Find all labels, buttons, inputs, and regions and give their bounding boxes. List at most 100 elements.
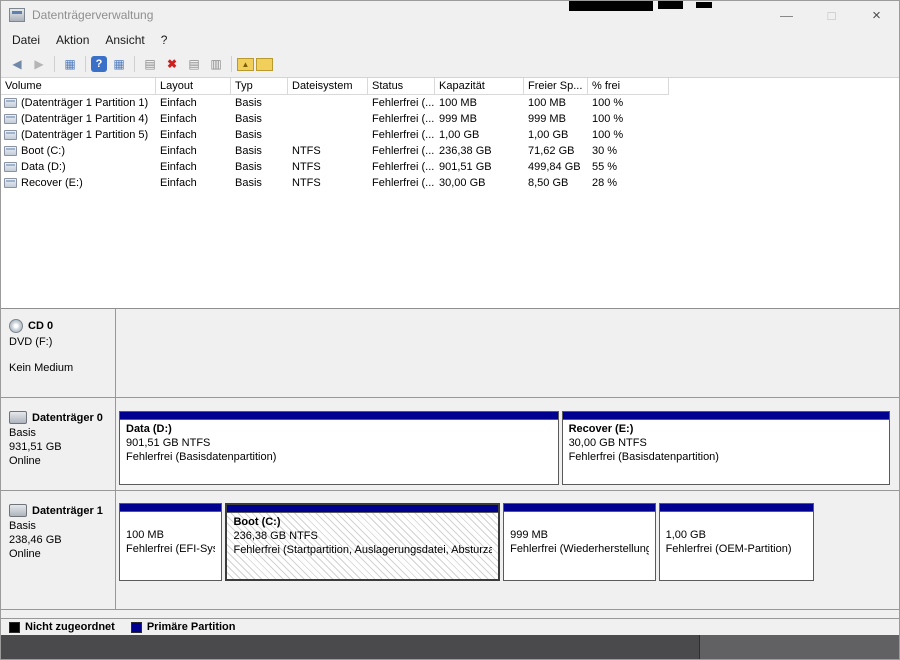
- minimize-button[interactable]: —: [764, 1, 809, 29]
- column-header-layout[interactable]: Layout: [156, 78, 231, 95]
- cell-status: Fehlerfrei (...: [368, 95, 435, 111]
- cell-freier-speicher: 999 MB: [524, 111, 588, 127]
- column-header-freier-speicher[interactable]: Freier Sp...: [524, 78, 588, 95]
- back-icon[interactable]: ◀: [7, 55, 27, 73]
- partition-boot-c[interactable]: Boot (C:) 236,38 GB NTFS Fehlerfrei (Sta…: [225, 503, 500, 581]
- cell-volume: (Datenträger 1 Partition 4): [1, 111, 156, 127]
- toolbar-separator: [85, 56, 86, 72]
- cell-volume: Data (D:): [1, 159, 156, 175]
- properties-icon[interactable]: ▦: [109, 55, 129, 73]
- cell-status: Fehlerfrei (...: [368, 127, 435, 143]
- volume-row[interactable]: (Datenträger 1 Partition 1) Einfach Basi…: [1, 95, 899, 111]
- cell-status: Fehlerfrei (...: [368, 143, 435, 159]
- volume-row[interactable]: (Datenträger 1 Partition 5) Einfach Basi…: [1, 127, 899, 143]
- toolbar-separator: [54, 56, 55, 72]
- cell-typ: Basis: [231, 143, 288, 159]
- cell-dateisystem: NTFS: [288, 159, 368, 175]
- column-header-status[interactable]: Status: [368, 78, 435, 95]
- menu-hilfe[interactable]: ?: [153, 31, 176, 49]
- window-controls: — □ ×: [764, 1, 899, 29]
- menu-ansicht[interactable]: Ansicht: [97, 31, 152, 49]
- cell-typ: Basis: [231, 175, 288, 191]
- cell-prozent-frei: 30 %: [588, 143, 669, 159]
- primary-partition-strip: [120, 412, 558, 420]
- cd-drive-row: CD 0 DVD (F:) Kein Medium: [1, 309, 899, 398]
- volume-row[interactable]: Recover (E:) Einfach Basis NTFS Fehlerfr…: [1, 175, 899, 191]
- title-bar: Datenträgerverwaltung — □ ×: [1, 1, 899, 29]
- column-header-prozent-frei[interactable]: % frei: [588, 78, 669, 95]
- disk0-title: Datenträger 0: [32, 412, 103, 424]
- column-header-typ[interactable]: Typ: [231, 78, 288, 95]
- disk1-label[interactable]: Datenträger 1 Basis 238,46 GB Online: [1, 491, 116, 609]
- folder-up-icon[interactable]: ▲: [237, 58, 254, 71]
- cell-prozent-frei: 100 %: [588, 111, 669, 127]
- volume-row[interactable]: Data (D:) Einfach Basis NTFS Fehlerfrei …: [1, 159, 899, 175]
- cell-dateisystem: [288, 111, 368, 127]
- column-header-volume[interactable]: Volume: [1, 78, 156, 95]
- cd-empty-area: [116, 309, 899, 397]
- column-header-dateisystem[interactable]: Dateisystem: [288, 78, 368, 95]
- primary-partition-strip: [227, 505, 498, 513]
- cell-kapazitaet: 1,00 GB: [435, 127, 524, 143]
- cell-layout: Einfach: [156, 95, 231, 111]
- disk-icon: [9, 504, 27, 517]
- cell-kapazitaet: 901,51 GB: [435, 159, 524, 175]
- folder-icon[interactable]: [256, 58, 273, 71]
- volume-row[interactable]: Boot (C:) Einfach Basis NTFS Fehlerfrei …: [1, 143, 899, 159]
- cell-kapazitaet: 30,00 GB: [435, 175, 524, 191]
- cell-dateisystem: NTFS: [288, 143, 368, 159]
- menu-bar: Datei Aktion Ansicht ?: [1, 29, 899, 51]
- delete-icon[interactable]: ✖: [162, 55, 182, 73]
- volume-row[interactable]: (Datenträger 1 Partition 4) Einfach Basi…: [1, 111, 899, 127]
- partition-recover-e[interactable]: Recover (E:) 30,00 GB NTFS Fehlerfrei (B…: [562, 411, 890, 485]
- disk0-size: 931,51 GB: [9, 441, 115, 453]
- cell-freier-speicher: 71,62 GB: [524, 143, 588, 159]
- forward-icon[interactable]: ▶: [29, 55, 49, 73]
- cell-dateisystem: [288, 95, 368, 111]
- list-view-icon[interactable]: ▥: [206, 55, 226, 73]
- menu-aktion[interactable]: Aktion: [48, 31, 97, 49]
- cell-layout: Einfach: [156, 143, 231, 159]
- disk1-row: Datenträger 1 Basis 238,46 GB Online 100…: [1, 491, 899, 610]
- cd-icon: [9, 319, 23, 333]
- partition-efi-system[interactable]: 100 MB Fehlerfrei (EFI-Syst: [119, 503, 222, 581]
- cd-drive-label[interactable]: CD 0 DVD (F:) Kein Medium: [1, 309, 116, 397]
- disk1-partitions: 100 MB Fehlerfrei (EFI-Syst Boot (C:) 23…: [116, 491, 899, 609]
- cell-status: Fehlerfrei (...: [368, 111, 435, 127]
- help-icon[interactable]: ?: [91, 56, 107, 72]
- cell-layout: Einfach: [156, 175, 231, 191]
- legend-primary-partition: Primäre Partition: [131, 621, 236, 633]
- partition-recovery[interactable]: 999 MB Fehlerfrei (Wiederherstellungs: [503, 503, 655, 581]
- action-pane-icon[interactable]: ▤: [140, 55, 160, 73]
- disk1-size: 238,46 GB: [9, 534, 115, 546]
- cell-prozent-frei: 28 %: [588, 175, 669, 191]
- cell-freier-speicher: 100 MB: [524, 95, 588, 111]
- cell-dateisystem: [288, 127, 368, 143]
- disk-icon: [9, 411, 27, 424]
- screen-artifact: [696, 2, 712, 8]
- menu-datei[interactable]: Datei: [4, 31, 48, 49]
- volume-icon: [4, 146, 17, 156]
- maximize-button[interactable]: □: [809, 1, 854, 29]
- cell-status: Fehlerfrei (...: [368, 159, 435, 175]
- cell-typ: Basis: [231, 127, 288, 143]
- graphical-view: CD 0 DVD (F:) Kein Medium Datenträger 0 …: [1, 309, 899, 618]
- cell-freier-speicher: 1,00 GB: [524, 127, 588, 143]
- disk0-label[interactable]: Datenträger 0 Basis 931,51 GB Online: [1, 398, 116, 490]
- console-tree-icon[interactable]: ▦: [60, 55, 80, 73]
- partition-data-d[interactable]: Data (D:) 901,51 GB NTFS Fehlerfrei (Bas…: [119, 411, 559, 485]
- partition-oem[interactable]: 1,00 GB Fehlerfrei (OEM-Partition): [659, 503, 815, 581]
- cd-media-status: Kein Medium: [9, 362, 115, 374]
- primary-partition-strip: [504, 504, 654, 512]
- close-button[interactable]: ×: [854, 1, 899, 29]
- primary-partition-color-swatch: [131, 622, 142, 633]
- primary-partition-strip: [120, 504, 221, 512]
- details-view-icon[interactable]: ▤: [184, 55, 204, 73]
- column-header-kapazitaet[interactable]: Kapazität: [435, 78, 524, 95]
- cell-kapazitaet: 100 MB: [435, 95, 524, 111]
- cell-volume: (Datenträger 1 Partition 1): [1, 95, 156, 111]
- volume-icon: [4, 130, 17, 140]
- cell-kapazitaet: 999 MB: [435, 111, 524, 127]
- cell-prozent-frei: 55 %: [588, 159, 669, 175]
- disk-management-window: Datenträgerverwaltung — □ × Datei Aktion…: [0, 0, 900, 660]
